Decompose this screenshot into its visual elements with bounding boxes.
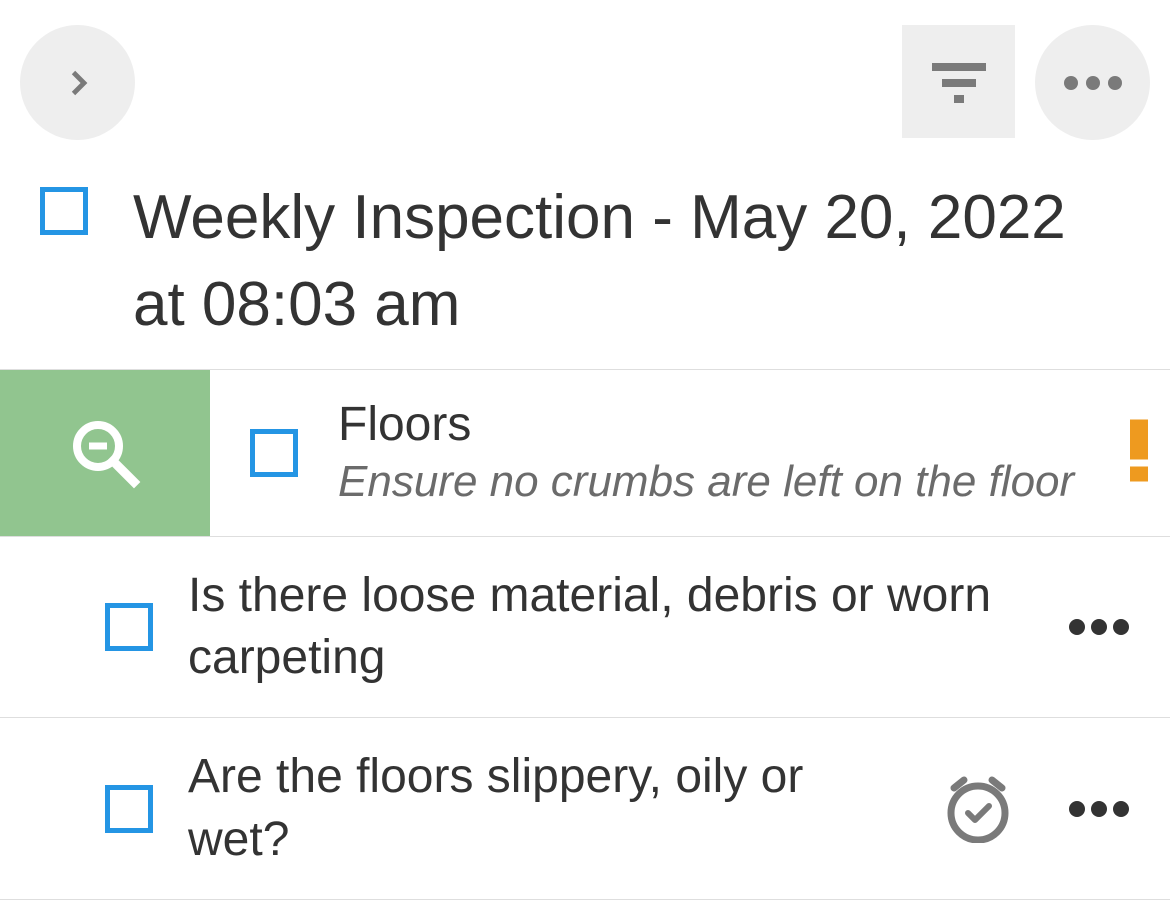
zoom-out-icon — [68, 416, 142, 490]
more-horizontal-icon — [1068, 619, 1130, 635]
header-bar — [0, 0, 1170, 140]
item-actions — [1068, 619, 1130, 635]
checklist-item: Is there loose material, debris or worn … — [0, 537, 1170, 719]
section-subtitle: Ensure no crumbs are left on the floor — [338, 454, 1074, 509]
chevron-right-icon — [60, 65, 96, 101]
item-more-button[interactable] — [1068, 801, 1130, 817]
alarm-check-icon — [943, 775, 1013, 843]
header-left — [20, 25, 135, 140]
item-actions — [943, 775, 1130, 843]
item-more-button[interactable] — [1068, 619, 1130, 635]
more-horizontal-icon — [1068, 801, 1130, 817]
page-title: Weekly Inspection - May 20, 2022 at 08:0… — [133, 175, 1130, 349]
filter-icon — [930, 60, 988, 103]
more-button[interactable] — [1035, 25, 1150, 140]
section-title: Floors — [338, 397, 1074, 452]
item-text: Is there loose material, debris or worn … — [188, 565, 1033, 690]
expand-button[interactable] — [20, 25, 135, 140]
section-content: Floors Ensure no crumbs are left on the … — [210, 370, 1170, 536]
header-right — [902, 25, 1150, 140]
section-row: Floors Ensure no crumbs are left on the … — [0, 369, 1170, 537]
alert-icon — [1128, 419, 1150, 486]
item-checkbox[interactable] — [105, 785, 153, 833]
title-row: Weekly Inspection - May 20, 2022 at 08:0… — [0, 140, 1170, 369]
title-checkbox[interactable] — [40, 187, 88, 235]
more-horizontal-icon — [1062, 76, 1124, 90]
section-checkbox[interactable] — [250, 429, 298, 477]
section-collapse-button[interactable] — [0, 370, 210, 536]
alarm-button[interactable] — [943, 775, 1013, 843]
item-checkbox[interactable] — [105, 603, 153, 651]
filter-button[interactable] — [902, 25, 1015, 138]
item-text: Are the floors slippery, oily or wet? — [188, 746, 908, 871]
checklist-item: Are the floors slippery, oily or wet? — [0, 718, 1170, 900]
section-text: Floors Ensure no crumbs are left on the … — [338, 397, 1074, 509]
